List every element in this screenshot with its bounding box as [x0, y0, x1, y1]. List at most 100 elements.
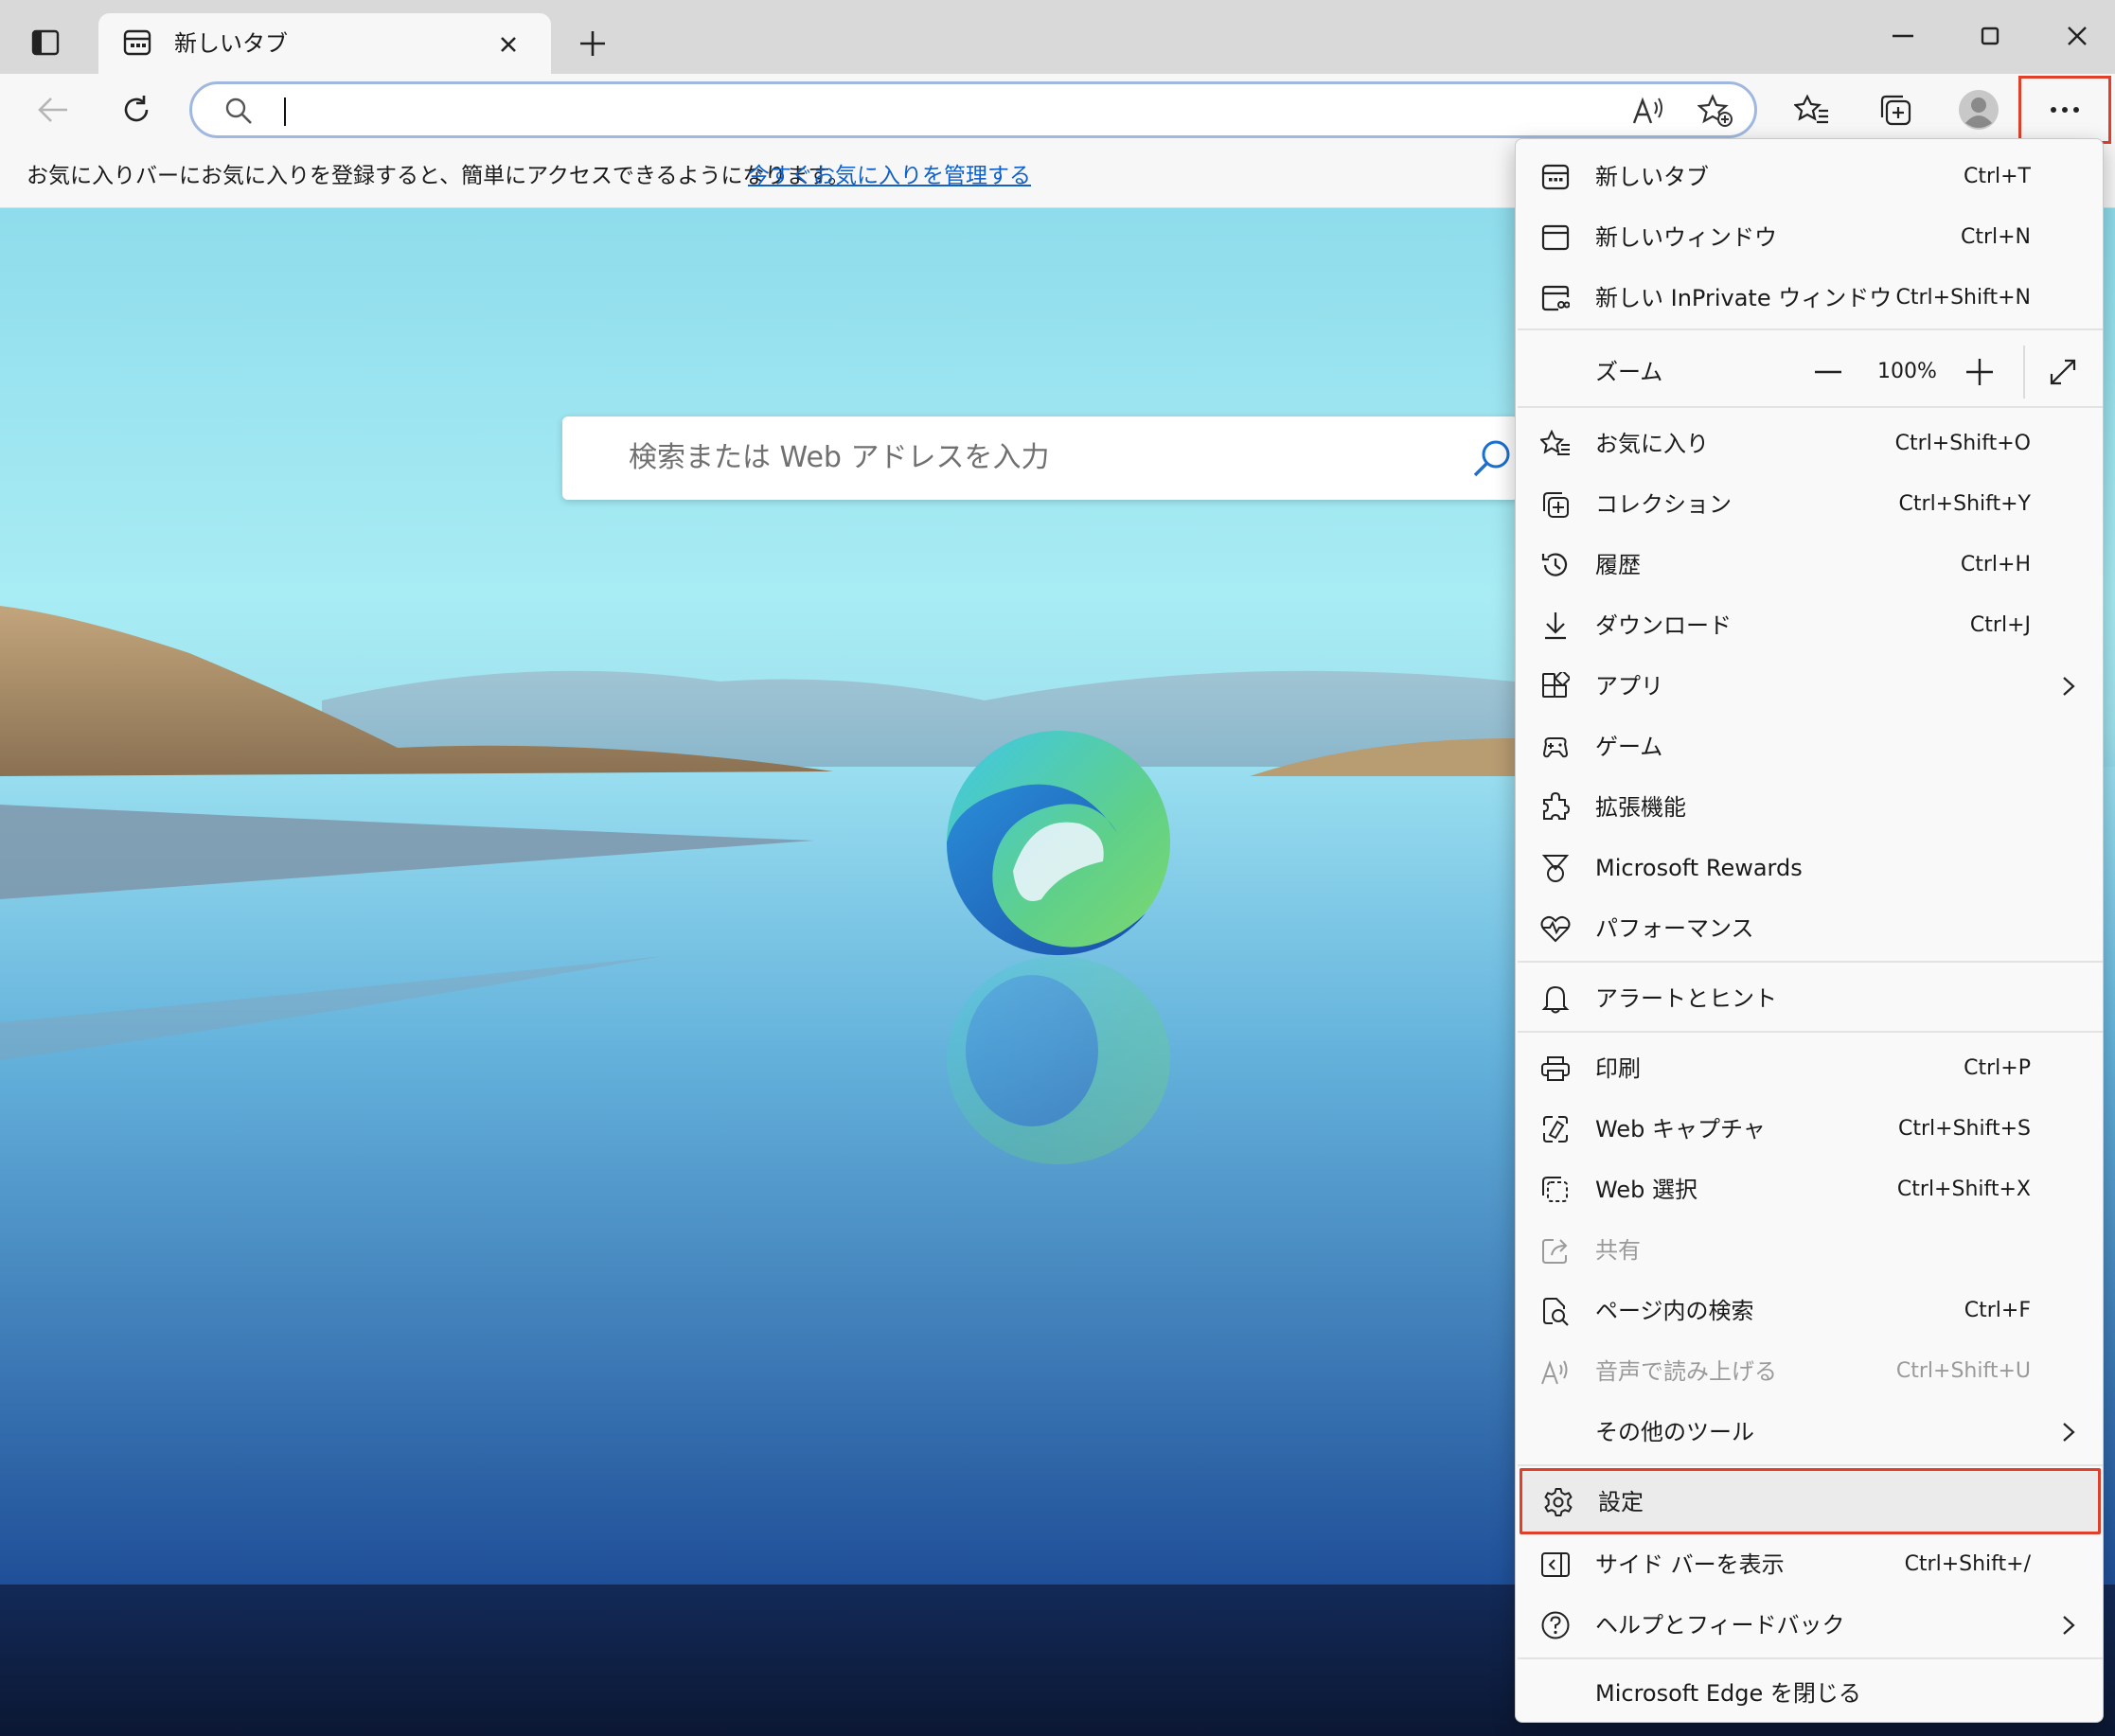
- favorites-button[interactable]: [1786, 83, 1839, 136]
- menu-item-rewards[interactable]: Microsoft Rewards: [1516, 838, 2105, 898]
- menu-item-label: 履歴: [1595, 552, 1641, 578]
- maximize-button[interactable]: [1962, 11, 2018, 61]
- performance-icon: [1540, 913, 1571, 944]
- chevron-right-icon: [2055, 1419, 2082, 1445]
- menu-item-more-tools[interactable]: その他のツール: [1516, 1402, 2105, 1462]
- edge-logo: [946, 731, 1170, 956]
- menu-item-label: ゲーム: [1595, 734, 1663, 760]
- settings-menu: 新しいタブ Ctrl+T 新しいウィンドウ Ctrl+N 新しい InPriva…: [1515, 138, 2104, 1723]
- menu-item-label: コレクション: [1595, 491, 1732, 518]
- menu-item-label: お気に入り: [1595, 431, 1709, 457]
- download-icon: [1540, 611, 1571, 641]
- favorites-icon: [1540, 429, 1571, 459]
- add-favorite-button[interactable]: [1697, 94, 1733, 128]
- page-search-icon[interactable]: [1471, 437, 1513, 479]
- profile-button[interactable]: [1952, 83, 2005, 136]
- zoom-divider: [2023, 345, 2025, 399]
- menu-item-print[interactable]: 印刷 Ctrl+P: [1516, 1038, 2105, 1099]
- bell-icon: [1540, 983, 1571, 1014]
- active-tab[interactable]: 新しいタブ: [98, 13, 551, 76]
- menu-item-show-sidebar[interactable]: サイド バーを表示 Ctrl+Shift+/: [1516, 1534, 2105, 1595]
- fullscreen-button[interactable]: [2046, 355, 2080, 389]
- menu-divider: [1518, 1464, 2103, 1466]
- menu-divider: [1518, 406, 2103, 408]
- share-icon: [1540, 1235, 1571, 1266]
- menu-item-shortcut: Ctrl+Shift+O: [1894, 432, 2031, 455]
- menu-item-shortcut: Ctrl+Shift+X: [1896, 1178, 2031, 1201]
- tab-actions-icon: [31, 29, 60, 56]
- help-icon: [1540, 1610, 1571, 1640]
- menu-item-inprivate-window[interactable]: 新しい InPrivate ウィンドウ Ctrl+Shift+N: [1516, 268, 2105, 328]
- menu-item-find-on-page[interactable]: ページ内の検索 Ctrl+F: [1516, 1281, 2105, 1341]
- menu-item-read-aloud[interactable]: 音声で読み上げる Ctrl+Shift+U: [1516, 1341, 2105, 1402]
- menu-item-downloads[interactable]: ダウンロード Ctrl+J: [1516, 595, 2105, 656]
- edge-logo-reflection: [947, 956, 1170, 1164]
- menu-item-alerts-tips[interactable]: アラートとヒント: [1516, 968, 2105, 1029]
- manage-favorites-link[interactable]: 今すぐお気に入りを管理する: [748, 161, 1031, 191]
- menu-item-help-feedback[interactable]: ヘルプとフィードバック: [1516, 1595, 2105, 1656]
- web-select-icon: [1540, 1175, 1571, 1205]
- read-aloud-icon: [1632, 97, 1662, 124]
- menu-item-share[interactable]: 共有: [1516, 1220, 2105, 1281]
- star-add-icon: [1697, 94, 1733, 127]
- menu-item-new-window[interactable]: 新しいウィンドウ Ctrl+N: [1516, 207, 2105, 268]
- menu-item-games[interactable]: ゲーム: [1516, 717, 2105, 777]
- menu-item-history[interactable]: 履歴 Ctrl+H: [1516, 535, 2105, 595]
- tab-close-button[interactable]: [494, 30, 523, 59]
- refresh-button[interactable]: [110, 83, 163, 136]
- address-bar[interactable]: [189, 81, 1757, 138]
- web-capture-icon: [1540, 1114, 1571, 1144]
- menu-item-apps[interactable]: アプリ: [1516, 656, 2105, 717]
- menu-item-label: パフォーマンス: [1595, 915, 1754, 942]
- menu-item-label: ページ内の検索: [1595, 1298, 1754, 1324]
- menu-item-label: アプリ: [1595, 673, 1663, 700]
- collections-button[interactable]: [1869, 83, 1922, 136]
- history-icon: [1540, 550, 1571, 580]
- zoom-in-button[interactable]: [1964, 357, 1995, 387]
- close-window-button[interactable]: [2049, 11, 2106, 61]
- sidebar-icon: [1540, 1550, 1571, 1580]
- collections-icon: [1540, 489, 1571, 520]
- favorites-bar-message: お気に入りバーにお気に入りを登録すると、簡単にアクセスできるようになります。: [27, 164, 850, 188]
- tab-title: 新しいタブ: [174, 30, 288, 57]
- menu-item-close-edge[interactable]: Microsoft Edge を閉じる: [1516, 1663, 2105, 1724]
- zoom-out-button[interactable]: [1813, 357, 1843, 387]
- menu-item-shortcut: Ctrl+T: [1963, 165, 2031, 188]
- zoom-value: 100%: [1877, 360, 1937, 383]
- search-icon: [224, 97, 253, 125]
- refresh-icon: [124, 96, 149, 122]
- menu-item-favorites[interactable]: お気に入り Ctrl+Shift+O: [1516, 414, 2105, 474]
- new-window-icon: [1540, 222, 1571, 253]
- menu-item-label: 拡張機能: [1595, 794, 1686, 821]
- menu-item-web-capture[interactable]: Web キャプチャ Ctrl+Shift+S: [1516, 1099, 2105, 1160]
- zoom-label: ズーム: [1595, 359, 1663, 385]
- menu-item-shortcut: Ctrl+Shift+Y: [1898, 492, 2031, 516]
- minimize-button[interactable]: [1875, 11, 1931, 61]
- menu-item-shortcut: Ctrl+Shift+N: [1895, 286, 2031, 310]
- collections-icon: [1880, 95, 1911, 126]
- menu-item-shortcut: Ctrl+Shift+S: [1898, 1117, 2031, 1141]
- menu-item-new-tab[interactable]: 新しいタブ Ctrl+T: [1516, 147, 2105, 207]
- menu-item-performance[interactable]: パフォーマンス: [1516, 898, 2105, 959]
- new-tab-button[interactable]: [572, 23, 613, 64]
- menu-item-settings[interactable]: 設定: [1520, 1468, 2101, 1534]
- menu-item-web-select[interactable]: Web 選択 Ctrl+Shift+X: [1516, 1160, 2105, 1220]
- back-button[interactable]: [27, 83, 80, 136]
- fullscreen-icon: [2050, 359, 2076, 385]
- menu-item-zoom: ズーム 100%: [1516, 338, 2105, 406]
- menu-item-label: 印刷: [1595, 1055, 1641, 1082]
- tab-actions-button[interactable]: [19, 21, 72, 64]
- read-aloud-icon: [1540, 1356, 1571, 1387]
- settings-and-more-button[interactable]: [2018, 76, 2111, 144]
- menu-item-label: その他のツール: [1595, 1419, 1754, 1445]
- menu-item-label: ヘルプとフィードバック: [1595, 1612, 1845, 1639]
- read-aloud-button[interactable]: [1631, 95, 1665, 127]
- print-icon: [1540, 1054, 1571, 1084]
- menu-item-extensions[interactable]: 拡張機能: [1516, 777, 2105, 838]
- menu-item-collections[interactable]: コレクション Ctrl+Shift+Y: [1516, 474, 2105, 535]
- plus-icon: [580, 31, 605, 56]
- page-search-box[interactable]: 検索または Web アドレスを入力: [562, 416, 1519, 500]
- menu-item-shortcut: Ctrl+P: [1964, 1056, 2031, 1080]
- menu-item-label: Web キャプチャ: [1595, 1116, 1766, 1143]
- rewards-icon: [1540, 853, 1571, 883]
